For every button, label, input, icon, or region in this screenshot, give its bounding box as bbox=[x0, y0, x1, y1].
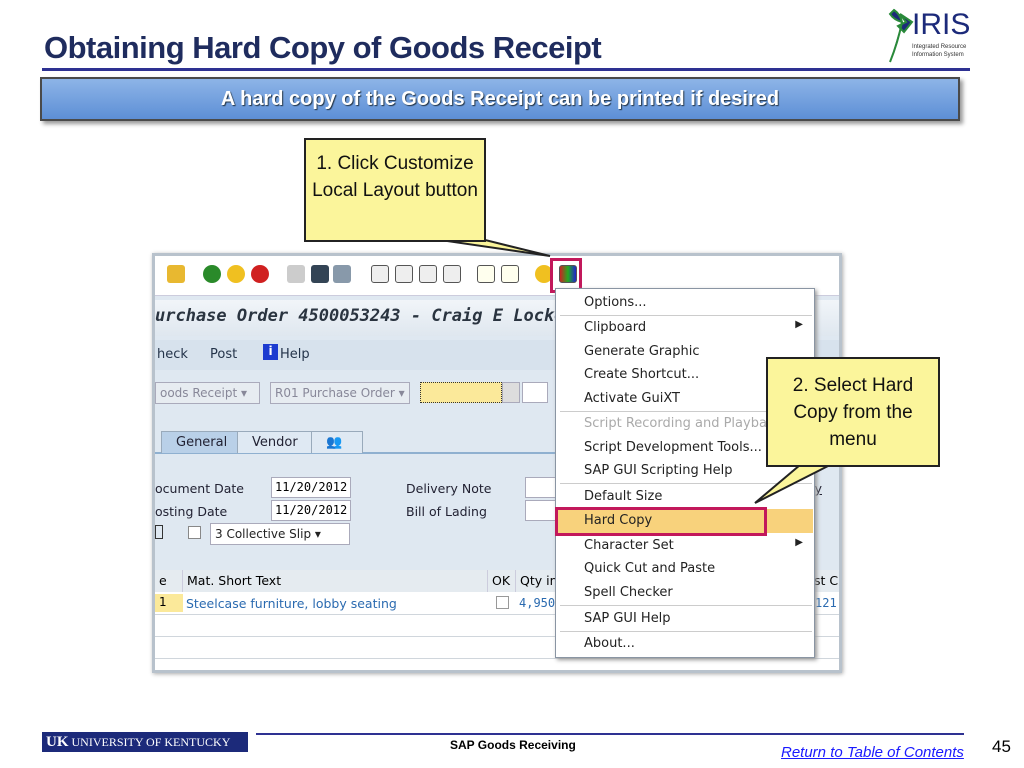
callout-step-2: 2. Select Hard Copy from the menu bbox=[766, 357, 940, 467]
table-of-contents-link[interactable]: Return to Table of Contents bbox=[781, 744, 964, 761]
page-number: 45 bbox=[992, 737, 1011, 756]
university-name: UNIVERSITY OF KENTUCKY bbox=[71, 735, 231, 749]
footer-divider bbox=[256, 733, 964, 735]
uk-logo: UK UNIVERSITY OF KENTUCKY bbox=[42, 732, 248, 752]
uk-mark: UK bbox=[46, 734, 69, 750]
callout-step-1: 1. Click Customize Local Layout button bbox=[304, 138, 486, 242]
callout-2-pointer bbox=[754, 464, 831, 504]
footer-title: SAP Goods Receiving bbox=[450, 738, 576, 752]
